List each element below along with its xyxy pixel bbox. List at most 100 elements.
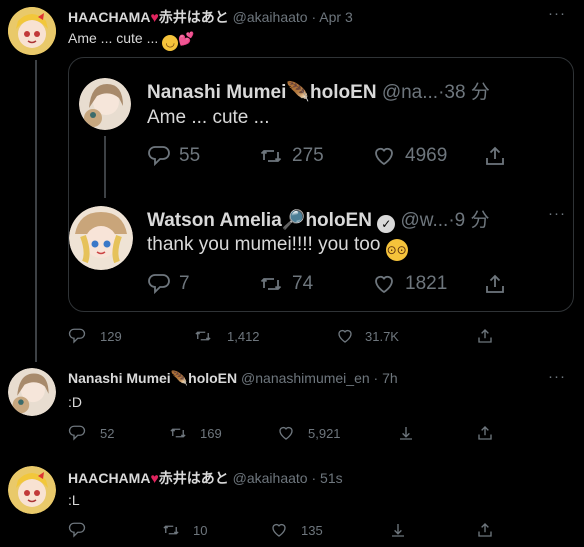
avatar[interactable] (69, 206, 133, 270)
handle[interactable]: @na... (382, 82, 438, 103)
more-options-button[interactable]: ··· (548, 368, 566, 385)
more-options-button[interactable]: ··· (548, 205, 566, 222)
tweet-header: HAACHAMA♥赤井はあと @akaihaato · Apr 3 (68, 7, 353, 27)
like-button[interactable]: 1821 (371, 272, 447, 296)
thread-connector-line (35, 60, 37, 362)
display-name-suffix[interactable]: 赤井はあと (159, 470, 229, 486)
reply-button[interactable]: 7 (147, 272, 190, 296)
share-icon (483, 144, 507, 168)
retweet-icon (161, 521, 181, 539)
avatar-haachama-image (8, 7, 56, 55)
display-name[interactable]: Nanashi Mumei (68, 370, 171, 386)
retweet-icon (193, 327, 213, 345)
tweet-text: Ame ... cute ... (147, 107, 270, 128)
display-name-suffix[interactable]: 赤井はあと (159, 9, 229, 25)
reply-count: 55 (179, 145, 201, 166)
share-icon (476, 327, 494, 345)
like-button[interactable]: 31.7K (335, 327, 399, 345)
timestamp[interactable]: 38 分 (444, 82, 489, 103)
like-button[interactable]: 135 (269, 521, 323, 539)
like-count: 135 (301, 522, 323, 538)
retweet-button[interactable]: 1,412 (193, 327, 260, 345)
reply-count: 52 (100, 425, 115, 441)
more-options-button[interactable]: ··· (548, 5, 566, 22)
timestamp[interactable]: 51s (320, 470, 343, 486)
like-icon (371, 144, 397, 168)
retweet-button[interactable]: 74 (258, 272, 313, 296)
heart-fire-icon: ♥ (150, 470, 159, 486)
tweet-text: thank you mumei!!!! you too (147, 234, 381, 255)
timestamp[interactable]: 9 分 (455, 210, 490, 231)
avatar-haachama-image (8, 466, 56, 514)
timestamp[interactable]: Apr 3 (319, 9, 352, 25)
like-icon (269, 521, 289, 539)
handle[interactable]: @w... (401, 210, 449, 231)
like-icon (371, 272, 397, 296)
avatar[interactable] (8, 368, 56, 416)
share-button[interactable] (483, 144, 507, 168)
retweet-count: 1,412 (227, 328, 260, 344)
like-count: 31.7K (365, 328, 399, 344)
reply-button[interactable]: 129 (68, 327, 122, 345)
reply-button[interactable]: 55 (147, 144, 200, 168)
avatar-mumei-image (8, 368, 56, 416)
display-name[interactable]: HAACHAMA (68, 470, 150, 486)
display-name[interactable]: Watson Amelia (147, 210, 282, 231)
download-button[interactable] (397, 424, 415, 442)
timestamp[interactable]: 7h (382, 370, 398, 386)
magnifying-glass-icon: 🔎 (281, 210, 306, 231)
like-count: 5,921 (308, 425, 341, 441)
reply-icon (147, 272, 171, 296)
download-icon (389, 521, 407, 539)
tweet-header: HAACHAMA♥赤井はあと @akaihaato · 51s (68, 468, 343, 488)
handle[interactable]: @akaihaato (233, 470, 308, 486)
avatar[interactable] (79, 78, 131, 130)
avatar[interactable] (8, 7, 56, 55)
display-name[interactable]: HAACHAMA (68, 9, 150, 25)
separator-dot: · (311, 470, 317, 486)
separator-dot: · (311, 9, 317, 25)
reply-button[interactable]: 52 (68, 424, 114, 442)
retweet-count: 10 (193, 522, 208, 538)
handle[interactable]: @nanashimumei_en (241, 370, 370, 386)
retweet-count: 169 (200, 425, 222, 441)
heart-fire-icon: ♥ (150, 9, 159, 25)
quote1-header: Nanashi Mumei🪶holoEN @na...·38 分 (147, 77, 490, 104)
share-icon (476, 521, 494, 539)
share-button[interactable] (476, 327, 494, 345)
hearts-emoji-icon: 💕 (178, 31, 195, 46)
retweet-count: 275 (292, 145, 324, 166)
download-button[interactable] (389, 521, 407, 539)
avatar-amelia-image (69, 206, 133, 270)
reply-button[interactable] (68, 521, 86, 539)
avatar[interactable] (8, 466, 56, 514)
share-button[interactable] (483, 272, 507, 296)
share-button[interactable] (476, 521, 494, 539)
retweet-icon (258, 144, 284, 168)
smiling-face-emoji-icon: ◡ (162, 35, 179, 51)
flushed-face-emoji-icon: ⊙⊙ (385, 239, 408, 261)
retweet-button[interactable]: 169 (168, 424, 222, 442)
display-name-suffix[interactable]: holoEN (188, 370, 237, 386)
like-count: 1821 (405, 273, 448, 294)
share-button[interactable] (476, 424, 494, 442)
reply-icon (68, 424, 86, 442)
retweet-count: 74 (292, 273, 314, 294)
handle[interactable]: @akaihaato (233, 9, 308, 25)
feather-icon: 🪶 (170, 370, 189, 386)
reply-count: 129 (100, 328, 122, 344)
display-name[interactable]: Nanashi Mumei (147, 82, 286, 103)
share-icon (476, 424, 494, 442)
like-icon (276, 424, 296, 442)
quote2-text-line: thank you mumei!!!! you too ⊙⊙ (147, 234, 408, 261)
like-button[interactable]: 4969 (371, 144, 447, 168)
retweet-button[interactable]: 275 (258, 144, 324, 168)
like-button[interactable]: 5,921 (276, 424, 341, 442)
separator-dot: · (373, 370, 379, 386)
tweet-text: :D (68, 394, 82, 410)
display-name-suffix[interactable]: holoEN (305, 210, 372, 231)
retweet-button[interactable]: 10 (161, 521, 207, 539)
display-name-suffix[interactable]: holoEN (310, 82, 377, 103)
verified-badge-icon: ✓ (377, 215, 396, 233)
reply-icon (147, 144, 171, 168)
